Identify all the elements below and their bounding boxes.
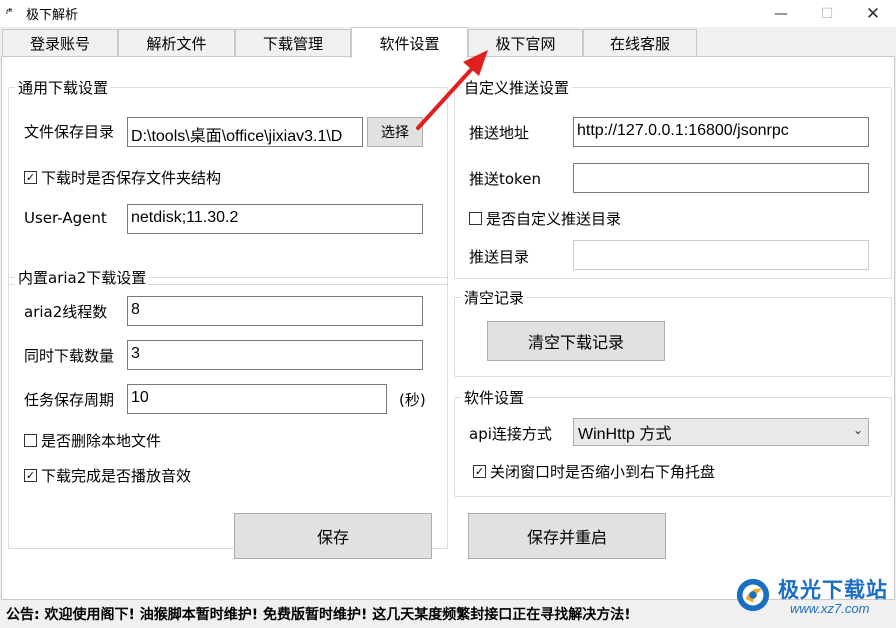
minimize-to-tray-check-icon[interactable]: ✓ [473, 465, 486, 478]
task-period-label: 任务保存周期 [24, 391, 115, 409]
play-sound-check-icon[interactable]: ✓ [24, 469, 37, 482]
aria2-group: 内置aria2下载设置 aria2线程数 8 同时下载数量 3 任务保存周期 1… [8, 267, 448, 549]
tab-settings[interactable]: 软件设置 [351, 27, 468, 58]
save-button[interactable]: 保存 [234, 513, 432, 559]
api-connection-label: api连接方式 [469, 425, 552, 443]
tab-download-manager[interactable]: 下载管理 [235, 29, 351, 57]
seconds-unit-label: (秒) [399, 391, 426, 409]
keep-structure-checkbox[interactable]: ✓ 下载时是否保存文件夹结构 [24, 167, 221, 188]
push-token-label: 推送token [469, 170, 541, 188]
tab-login[interactable]: 登录账号 [2, 29, 118, 57]
push-addr-input[interactable]: http://127.0.0.1:16800/jsonrpc [573, 117, 869, 147]
delete-local-checkbox[interactable]: 是否删除本地文件 [24, 430, 161, 451]
clear-records-title: 清空记录 [461, 287, 528, 308]
play-sound-checkbox[interactable]: ✓ 下载完成是否播放音效 [24, 465, 191, 486]
clear-records-group: 清空记录 清空下载记录 [454, 287, 892, 377]
tab-official-site[interactable]: 极下官网 [468, 29, 583, 57]
minimize-to-tray-label: 关闭窗口时是否缩小到右下角托盘 [490, 463, 716, 481]
clear-download-records-button[interactable]: 清空下载记录 [487, 321, 665, 361]
push-addr-label: 推送地址 [469, 124, 530, 142]
settings-panel: 通用下载设置 文件保存目录 D:\tools\桌面\office\jixiav3… [1, 56, 895, 600]
general-download-title: 通用下载设置 [15, 77, 112, 98]
tab-bar: 登录账号 解析文件 下载管理 软件设置 极下官网 在线客服 [0, 27, 896, 58]
tab-online-support[interactable]: 在线客服 [583, 29, 697, 57]
concurrent-downloads-input[interactable]: 3 [127, 340, 423, 370]
tab-parse-files[interactable]: 解析文件 [118, 29, 235, 57]
software-settings-title: 软件设置 [461, 387, 528, 408]
aria2-threads-input[interactable]: 8 [127, 296, 423, 326]
api-connection-select[interactable]: WinHttp 方式 ⌄ [573, 418, 869, 446]
general-download-group: 通用下载设置 文件保存目录 D:\tools\桌面\office\jixiav3… [8, 77, 448, 285]
save-dir-input[interactable]: D:\tools\桌面\office\jixiav3.1\D [127, 117, 363, 147]
api-connection-value: WinHttp 方式 [578, 426, 672, 443]
close-icon[interactable]: ✕ [850, 0, 896, 27]
concurrent-downloads-label: 同时下载数量 [24, 347, 115, 365]
custom-push-dir-box-icon[interactable] [469, 212, 482, 225]
delete-local-label: 是否删除本地文件 [41, 432, 162, 450]
push-settings-title: 自定义推送设置 [461, 77, 573, 98]
title-bar: ᵢᵈᵗ 极下解析 — ☐ ✕ [0, 0, 896, 27]
maximize-icon[interactable]: ☐ [804, 0, 850, 27]
custom-push-dir-label: 是否自定义推送目录 [486, 210, 622, 228]
aria2-threads-label: aria2线程数 [24, 303, 108, 321]
play-sound-label: 下载完成是否播放音效 [41, 467, 192, 485]
push-dir-label: 推送目录 [469, 248, 530, 266]
push-settings-group: 自定义推送设置 推送地址 http://127.0.0.1:16800/json… [454, 77, 892, 279]
custom-push-dir-checkbox[interactable]: 是否自定义推送目录 [469, 208, 621, 229]
keep-structure-check-icon[interactable]: ✓ [24, 171, 37, 184]
app-logo-icon: ᵢᵈᵗ [6, 7, 13, 16]
watermark-logo-icon [736, 578, 770, 612]
window-title: 极下解析 [26, 8, 79, 23]
delete-local-box-icon[interactable] [24, 434, 37, 447]
chevron-down-icon: ⌄ [852, 423, 863, 437]
aria2-title: 内置aria2下载设置 [15, 267, 150, 288]
minimize-icon[interactable]: — [758, 0, 804, 27]
save-dir-label: 文件保存目录 [24, 123, 115, 141]
watermark-name: 极光下载站 [778, 578, 888, 602]
keep-structure-label: 下载时是否保存文件夹结构 [41, 169, 222, 187]
save-and-restart-button[interactable]: 保存并重启 [468, 513, 666, 559]
watermark: 极光下载站 www.xz7.com [734, 572, 894, 620]
user-agent-label: User-Agent [24, 209, 107, 227]
choose-dir-button[interactable]: 选择 [367, 117, 423, 147]
push-dir-input[interactable] [573, 240, 869, 270]
user-agent-input[interactable]: netdisk;11.30.2 [127, 204, 423, 234]
push-token-input[interactable] [573, 163, 869, 193]
task-period-input[interactable]: 10 [127, 384, 387, 414]
software-settings-group: 软件设置 api连接方式 WinHttp 方式 ⌄ ✓ 关闭窗口时是否缩小到右下… [454, 387, 892, 497]
minimize-to-tray-checkbox[interactable]: ✓ 关闭窗口时是否缩小到右下角托盘 [473, 461, 715, 482]
watermark-url: www.xz7.com [790, 601, 870, 616]
